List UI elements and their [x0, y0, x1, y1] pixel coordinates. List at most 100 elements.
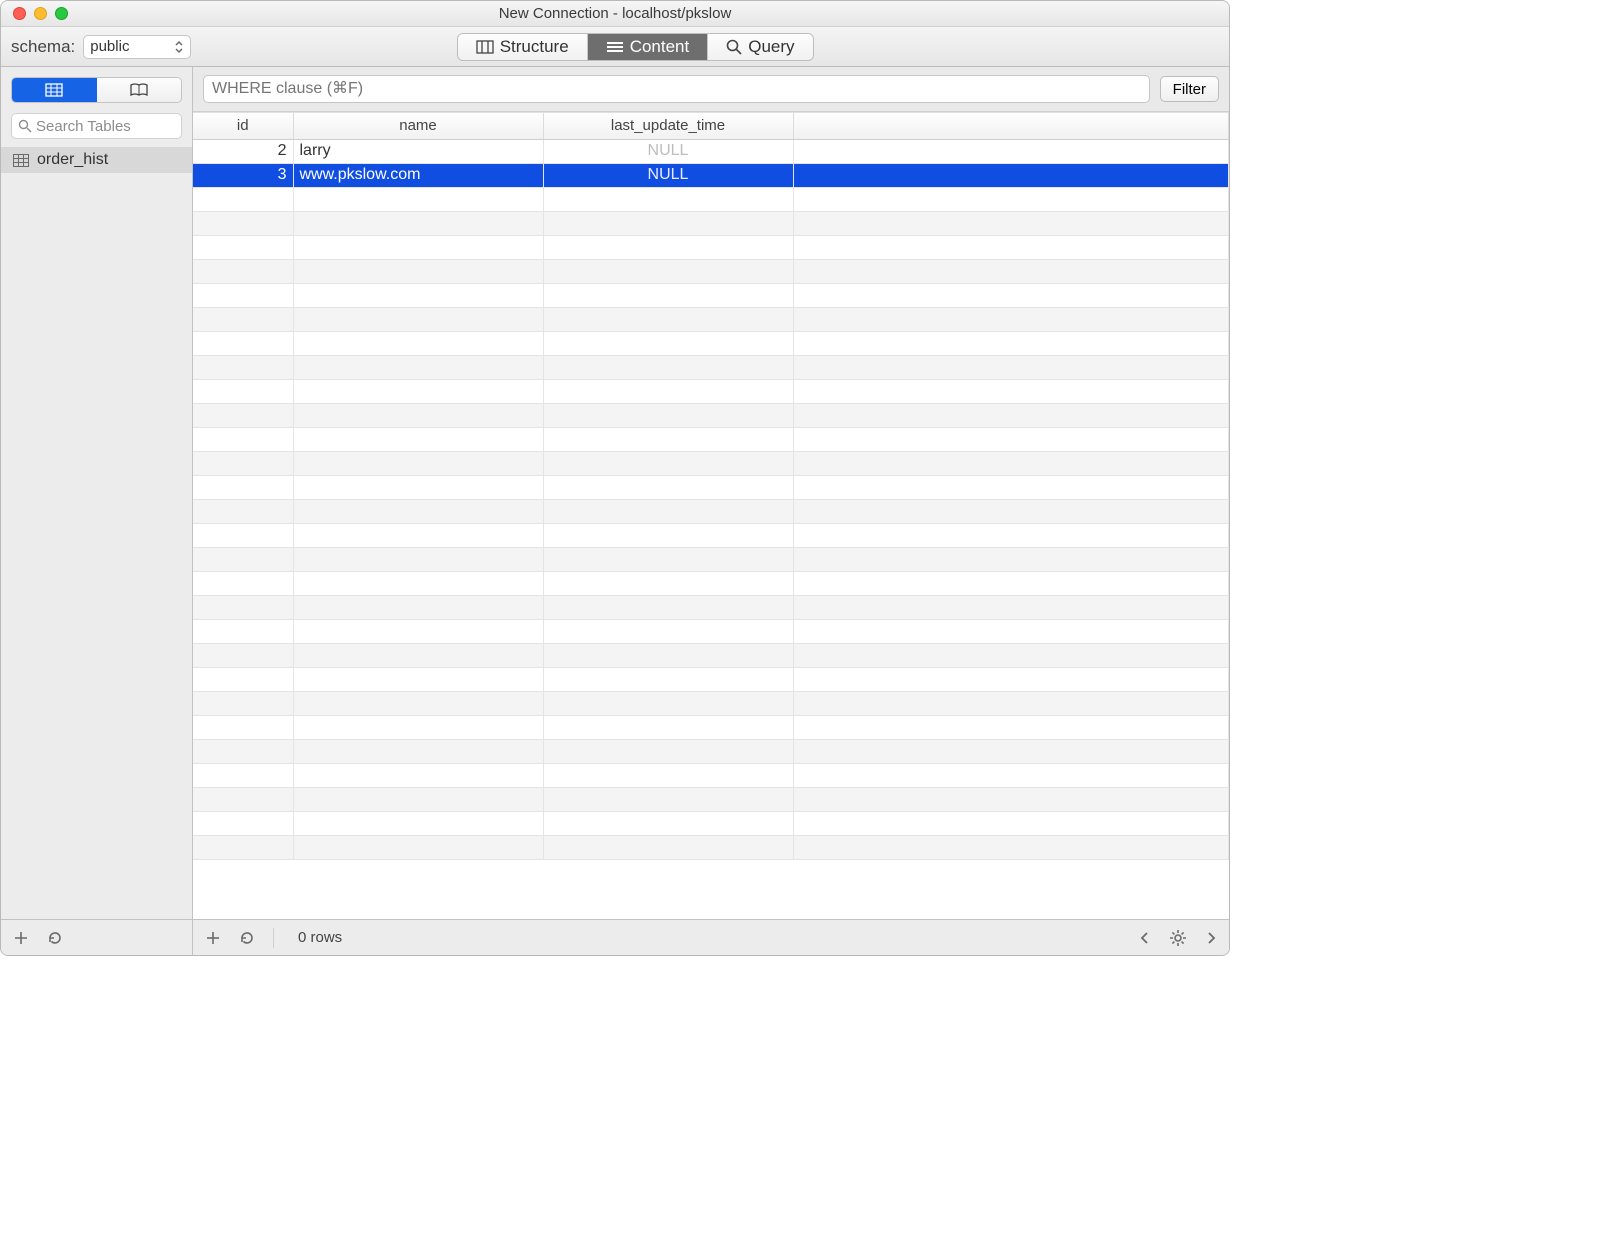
settings-button[interactable]: [1169, 929, 1187, 947]
cell-last-update-time[interactable]: [543, 571, 793, 595]
table-row[interactable]: [193, 619, 1229, 643]
tab-structure[interactable]: Structure: [458, 34, 588, 60]
cell-last-update-time[interactable]: [543, 307, 793, 331]
cell-name[interactable]: [293, 499, 543, 523]
cell-name[interactable]: [293, 427, 543, 451]
cell-id[interactable]: [193, 427, 293, 451]
cell-name[interactable]: [293, 667, 543, 691]
cell-last-update-time[interactable]: [543, 499, 793, 523]
cell-name[interactable]: [293, 787, 543, 811]
cell-name[interactable]: [293, 259, 543, 283]
cell-last-update-time[interactable]: [543, 235, 793, 259]
add-row-button[interactable]: [205, 930, 221, 946]
cell-name[interactable]: [293, 355, 543, 379]
cell-name[interactable]: [293, 571, 543, 595]
refresh-rows-button[interactable]: [239, 930, 255, 946]
cell-last-update-time[interactable]: [543, 763, 793, 787]
table-row[interactable]: [193, 307, 1229, 331]
cell-name[interactable]: [293, 643, 543, 667]
cell-name[interactable]: [293, 547, 543, 571]
cell-name[interactable]: [293, 475, 543, 499]
data-grid[interactable]: id name last_update_time 2larryNULL3www.…: [193, 112, 1229, 919]
cell-id[interactable]: [193, 211, 293, 235]
cell-id[interactable]: [193, 451, 293, 475]
where-clause-input[interactable]: [203, 75, 1150, 103]
cell-name[interactable]: [293, 715, 543, 739]
cell-id[interactable]: [193, 331, 293, 355]
cell-last-update-time[interactable]: [543, 331, 793, 355]
cell-id[interactable]: [193, 283, 293, 307]
table-row[interactable]: [193, 763, 1229, 787]
table-row[interactable]: [193, 259, 1229, 283]
table-row[interactable]: [193, 187, 1229, 211]
cell-id[interactable]: [193, 835, 293, 859]
filter-button[interactable]: Filter: [1160, 76, 1219, 102]
table-row[interactable]: 2larryNULL: [193, 139, 1229, 163]
sidebar-book-view-button[interactable]: [97, 78, 182, 102]
cell-id[interactable]: [193, 235, 293, 259]
cell-last-update-time[interactable]: [543, 547, 793, 571]
cell-id[interactable]: [193, 787, 293, 811]
cell-name[interactable]: [293, 523, 543, 547]
column-header-name[interactable]: name: [293, 113, 543, 139]
cell-name[interactable]: [293, 403, 543, 427]
cell-name[interactable]: [293, 307, 543, 331]
cell-name[interactable]: [293, 331, 543, 355]
cell-last-update-time[interactable]: [543, 283, 793, 307]
cell-name[interactable]: [293, 283, 543, 307]
cell-id[interactable]: [193, 715, 293, 739]
cell-last-update-time[interactable]: [543, 691, 793, 715]
table-row[interactable]: [193, 547, 1229, 571]
cell-name[interactable]: [293, 211, 543, 235]
table-row[interactable]: [193, 643, 1229, 667]
cell-id[interactable]: [193, 643, 293, 667]
table-row[interactable]: 3www.pkslow.comNULL: [193, 163, 1229, 187]
cell-last-update-time[interactable]: [543, 403, 793, 427]
cell-id[interactable]: [193, 475, 293, 499]
table-row[interactable]: [193, 403, 1229, 427]
cell-name[interactable]: [293, 691, 543, 715]
cell-id[interactable]: [193, 811, 293, 835]
tab-query[interactable]: Query: [708, 34, 812, 60]
cell-name[interactable]: [293, 379, 543, 403]
cell-id[interactable]: [193, 571, 293, 595]
table-row[interactable]: [193, 235, 1229, 259]
cell-last-update-time[interactable]: [543, 643, 793, 667]
refresh-tables-button[interactable]: [47, 930, 63, 946]
cell-name[interactable]: [293, 739, 543, 763]
cell-last-update-time[interactable]: [543, 619, 793, 643]
table-row[interactable]: [193, 283, 1229, 307]
cell-name[interactable]: [293, 835, 543, 859]
cell-name[interactable]: [293, 763, 543, 787]
table-row[interactable]: [193, 451, 1229, 475]
table-row[interactable]: [193, 211, 1229, 235]
cell-last-update-time[interactable]: [543, 355, 793, 379]
cell-last-update-time[interactable]: [543, 739, 793, 763]
cell-name[interactable]: www.pkslow.com: [293, 163, 543, 187]
cell-last-update-time[interactable]: [543, 595, 793, 619]
schema-select[interactable]: public: [83, 35, 191, 59]
table-row[interactable]: [193, 691, 1229, 715]
cell-last-update-time[interactable]: [543, 259, 793, 283]
cell-last-update-time[interactable]: [543, 787, 793, 811]
cell-id[interactable]: [193, 499, 293, 523]
cell-id[interactable]: 3: [193, 163, 293, 187]
cell-last-update-time[interactable]: [543, 835, 793, 859]
cell-name[interactable]: [293, 451, 543, 475]
cell-last-update-time[interactable]: [543, 379, 793, 403]
cell-id[interactable]: [193, 355, 293, 379]
cell-id[interactable]: [193, 379, 293, 403]
cell-last-update-time[interactable]: [543, 523, 793, 547]
cell-id[interactable]: [193, 259, 293, 283]
cell-id[interactable]: 2: [193, 139, 293, 163]
add-table-button[interactable]: [13, 930, 29, 946]
cell-last-update-time[interactable]: NULL: [543, 139, 793, 163]
tab-content[interactable]: Content: [588, 34, 709, 60]
cell-last-update-time[interactable]: [543, 211, 793, 235]
cell-id[interactable]: [193, 307, 293, 331]
cell-name[interactable]: larry: [293, 139, 543, 163]
prev-page-button[interactable]: [1139, 931, 1151, 945]
table-row[interactable]: [193, 499, 1229, 523]
table-row[interactable]: [193, 571, 1229, 595]
sidebar-grid-view-button[interactable]: [12, 78, 97, 102]
